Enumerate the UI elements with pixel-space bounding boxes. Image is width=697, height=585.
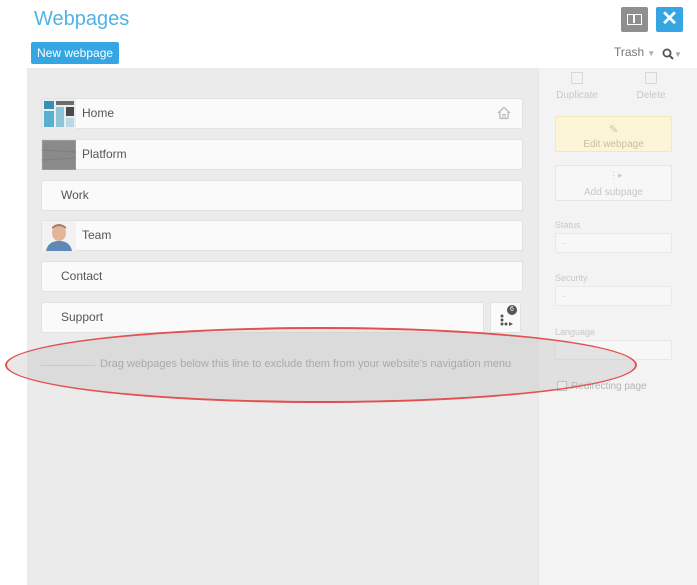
duplicate-icon: [571, 72, 583, 84]
search-icon: [662, 48, 674, 60]
status-label: Status: [555, 220, 581, 230]
edit-webpage-button[interactable]: ✎ Edit webpage: [555, 116, 672, 152]
platform-thumbnail: [42, 140, 76, 170]
delete-label: Delete: [636, 90, 666, 101]
page-row-team[interactable]: Team: [41, 220, 523, 251]
page-label: Work: [61, 188, 89, 202]
add-subpage-icon: ⋮▸: [609, 170, 623, 180]
split-view-button[interactable]: [621, 7, 648, 32]
new-webpage-button[interactable]: New webpage: [31, 42, 120, 64]
page-row-platform[interactable]: Platform: [41, 139, 523, 170]
close-icon: ✕: [661, 8, 678, 30]
page-row-work[interactable]: Work: [41, 180, 523, 211]
page-row-contact[interactable]: Contact: [41, 261, 523, 292]
page-label: Contact: [61, 269, 103, 283]
add-subpage-button[interactable]: ⋮▸ Add subpage: [555, 165, 672, 201]
home-icon: [497, 106, 511, 120]
page-label: Support: [61, 310, 104, 324]
team-thumbnail: [42, 221, 76, 251]
search-dropdown[interactable]: ▼: [662, 45, 682, 60]
highlight-annotation: [5, 327, 637, 403]
duplicate-button[interactable]: Duplicate: [555, 72, 599, 101]
chevron-down-icon: ▼: [674, 50, 682, 59]
menu-items-button[interactable]: 6: [490, 302, 521, 333]
delete-button[interactable]: Delete: [633, 72, 669, 101]
header: Webpages New webpage ✕ Trash ▼ ▼: [0, 0, 697, 68]
menu-structure-icon: [500, 314, 513, 326]
page-row-home[interactable]: Home: [41, 98, 523, 129]
page-label: Platform: [82, 147, 127, 161]
split-view-icon: [627, 14, 642, 25]
page-settings-panel: Duplicate Delete ✎ Edit webpage ⋮▸ Add s…: [538, 68, 697, 585]
pencil-icon: ✎: [609, 124, 619, 136]
status-select[interactable]: -: [555, 233, 672, 253]
security-label: Security: [555, 273, 588, 283]
page-label: Team: [82, 228, 112, 242]
edit-webpage-label: Edit webpage: [583, 139, 644, 150]
add-subpage-label: Add subpage: [584, 187, 643, 198]
home-thumbnail: [42, 99, 76, 129]
language-label: Language: [555, 327, 596, 337]
close-button[interactable]: ✕: [656, 7, 683, 32]
trash-icon: [645, 72, 657, 84]
trash-dropdown[interactable]: Trash ▼: [614, 45, 655, 59]
chevron-down-icon: ▼: [647, 49, 656, 58]
duplicate-label: Duplicate: [556, 90, 598, 101]
page-label: Home: [82, 106, 115, 120]
page-title: Webpages: [34, 8, 130, 30]
trash-label: Trash: [614, 45, 645, 59]
security-select[interactable]: -: [555, 286, 672, 306]
